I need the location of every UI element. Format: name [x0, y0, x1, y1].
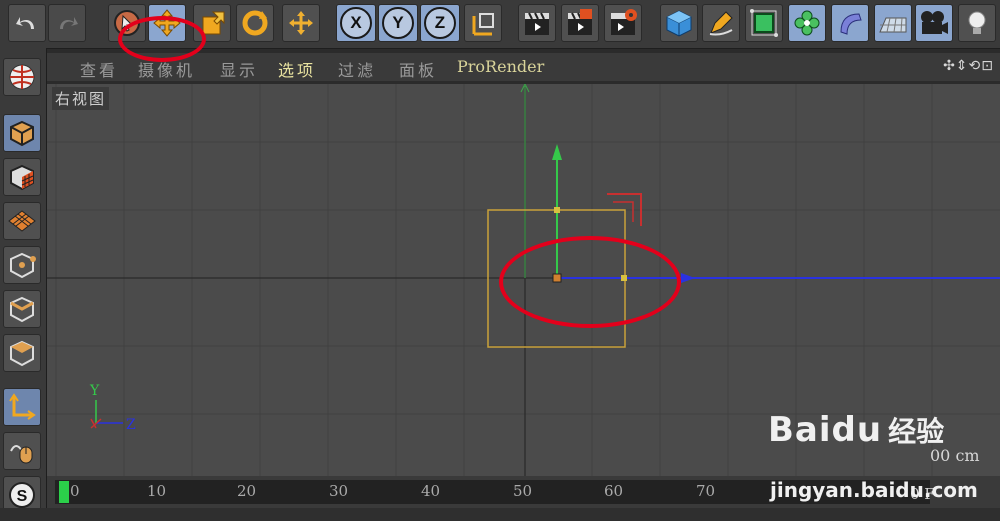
menu-display[interactable]: 显示 — [220, 57, 258, 81]
pen-spline-button[interactable] — [702, 4, 740, 42]
menu-view[interactable]: 查看 — [80, 57, 118, 81]
texture-mode-button[interactable] — [3, 158, 41, 196]
workplane-grid-icon — [8, 210, 36, 232]
timeline-tick: 20 — [237, 482, 257, 500]
edges-cube-icon — [10, 296, 34, 323]
deformer-button[interactable] — [831, 4, 869, 42]
gizmo-y-handle — [554, 207, 560, 213]
camera-button[interactable] — [915, 4, 953, 42]
view-navigation-controls[interactable]: ✣⇕⟲⊡ — [943, 58, 994, 74]
menu-options[interactable]: 选项 — [278, 57, 316, 81]
baidu-watermark: Baidu 经验 — [768, 410, 944, 450]
move-tool-alt-button[interactable] — [282, 4, 320, 42]
menu-filter[interactable]: 过滤 — [338, 57, 376, 81]
light-bulb-icon — [968, 11, 986, 34]
mouse-tweak-icon — [10, 445, 33, 464]
cinema4d-window: X Y Z S 查看 摄像机 显示 选项 过滤 面板 ProRender ✣⇕⟲… — [0, 0, 1000, 521]
undo-button[interactable] — [8, 4, 46, 42]
timeline-playhead[interactable] — [59, 481, 69, 503]
menu-prorender[interactable]: ProRender — [457, 57, 544, 76]
menu-panel[interactable]: 面板 — [399, 57, 437, 81]
points-cube-icon — [10, 252, 36, 279]
pen-icon — [709, 11, 733, 36]
viewport-name-label[interactable]: 右视图 — [52, 87, 110, 110]
timeline-tick: 70 — [696, 482, 716, 500]
timeline-tick: 40 — [421, 482, 441, 500]
render-view-button[interactable] — [518, 4, 556, 42]
viewport-menubar: 查看 摄像机 显示 选项 过滤 面板 ProRender — [47, 53, 1000, 81]
globe-checker-icon — [9, 64, 35, 90]
svg-text:S: S — [17, 488, 28, 505]
render-settings-button[interactable] — [604, 4, 642, 42]
axis-corner-icon — [9, 393, 36, 420]
polygons-mode-button[interactable] — [3, 334, 41, 372]
bottom-controls-strip — [0, 508, 1000, 521]
rotation-hint-red-inner — [613, 201, 634, 222]
model-cube-icon — [10, 120, 34, 147]
gizmo-z-arrow — [681, 273, 695, 283]
model-mode-button[interactable] — [3, 114, 41, 152]
workplane-mode-button[interactable] — [3, 202, 41, 240]
polygons-cube-icon — [10, 340, 34, 367]
y-axis-lock-button[interactable]: Y — [378, 4, 418, 42]
annotation-circle-move-tool — [118, 16, 206, 62]
cloner-button[interactable] — [788, 4, 826, 42]
floor-button[interactable] — [874, 4, 912, 42]
redo-icon — [60, 17, 78, 29]
timeline-tick: 60 — [604, 482, 624, 500]
cube-icon — [666, 10, 692, 37]
annotation-circle-z-axis — [499, 236, 681, 328]
subdivision-cube-icon — [750, 9, 778, 37]
bend-deformer-icon — [840, 13, 862, 35]
snap-s-icon: S — [9, 482, 35, 508]
clapboard-icon — [525, 12, 549, 35]
axis-mode-button[interactable] — [3, 388, 41, 426]
timeline-tick: 50 — [513, 482, 533, 500]
watermark-brand: 经验 — [888, 415, 945, 448]
subdivision-surface-button[interactable] — [745, 4, 783, 42]
timeline-tick: 30 — [329, 482, 349, 500]
clapboard-render-icon — [568, 9, 592, 35]
points-mode-button[interactable] — [3, 246, 41, 284]
floor-grid-icon — [879, 17, 907, 33]
move-cross-icon — [289, 11, 313, 35]
mode-palette: S — [0, 48, 47, 521]
x-axis-lock-button[interactable]: X — [336, 4, 376, 42]
watermark-url: jingyan.baidu.com — [770, 478, 978, 502]
rotate-icon — [242, 10, 268, 36]
gizmo-y-arrow — [552, 144, 562, 160]
timeline-tick: 10 — [147, 482, 167, 500]
edges-mode-button[interactable] — [3, 290, 41, 328]
tweak-mode-button[interactable] — [3, 432, 41, 470]
corner-axis-y-label: Y — [89, 383, 100, 399]
corner-axis-z-label: Z — [126, 417, 136, 433]
coordinate-system-icon — [472, 13, 494, 36]
timeline-tick: 0 — [70, 482, 80, 500]
rotate-tool-button[interactable] — [236, 4, 274, 42]
camera-icon — [921, 11, 948, 34]
watermark-logo: Baidu — [768, 410, 883, 450]
make-editable-button[interactable] — [3, 58, 41, 96]
clapboard-gear-icon — [611, 9, 637, 35]
cloner-icon — [794, 10, 820, 36]
coordinate-system-button[interactable] — [464, 4, 502, 42]
redo-button[interactable] — [48, 4, 86, 42]
render-to-picture-viewer-button[interactable] — [561, 4, 599, 42]
cube-primitive-button[interactable] — [660, 4, 698, 42]
undo-icon — [16, 17, 34, 29]
z-axis-lock-button[interactable]: Z — [420, 4, 460, 42]
texture-cube-icon — [10, 164, 34, 191]
light-button[interactable] — [958, 4, 996, 42]
